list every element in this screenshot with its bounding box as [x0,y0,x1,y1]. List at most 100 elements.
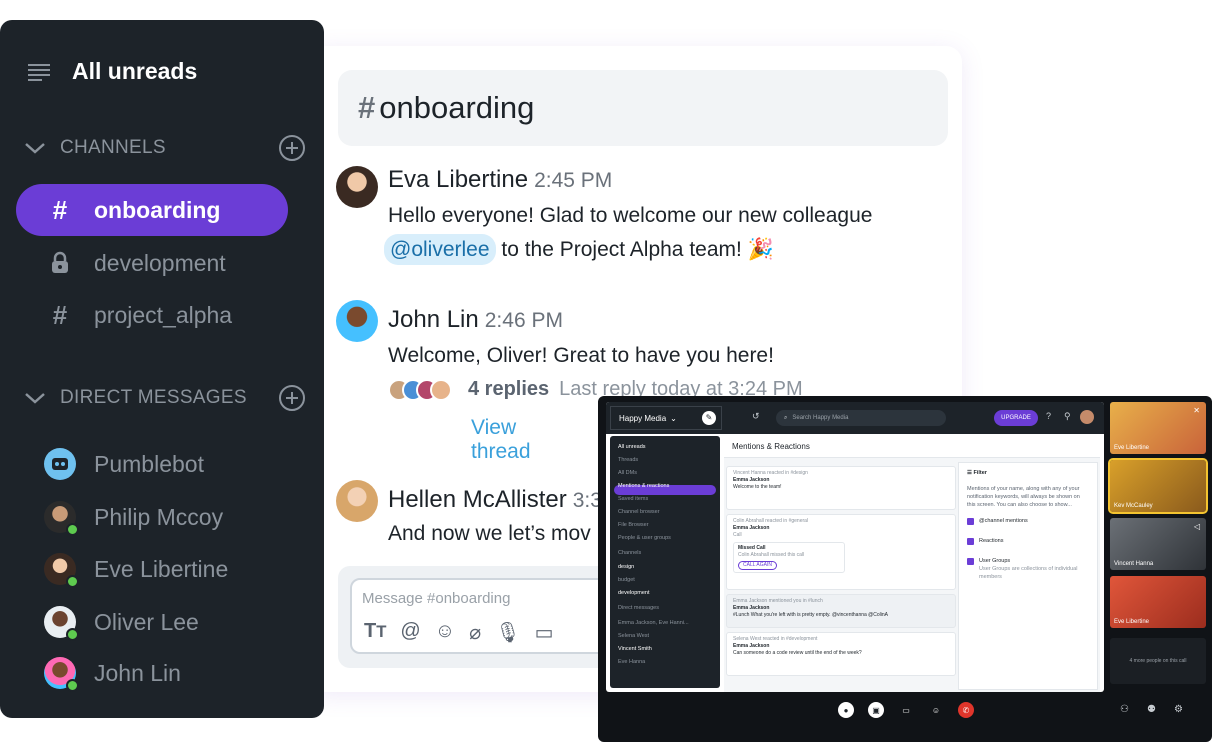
mention-tag[interactable]: @oliverlee [384,234,496,265]
mention-text: Call [733,532,742,538]
participant-name: Vincent Hanna [1114,561,1154,567]
sidebar-item-development[interactable]: development [16,237,288,289]
all-unreads-item[interactable]: All unreads [28,58,197,85]
search-input[interactable]: ⌕ Search Happy Media [776,410,946,426]
mini-sidebar-item[interactable]: All unreads [618,444,646,450]
notifications-icon[interactable]: ⚲ [1064,411,1071,422]
mini-sidebar-item[interactable]: design [618,564,634,570]
chevron-down-icon[interactable] [24,141,46,155]
mini-sidebar-item[interactable]: development [618,590,650,596]
view-thread-link[interactable]: View thread [471,416,531,464]
message-author-line: Hellen McAllister 3:37 [388,486,614,514]
mini-sidebar-item[interactable]: People & user groups [618,535,671,541]
sidebar-item-oliver-lee[interactable]: Oliver Lee [44,606,199,641]
mention-header: Selena West reacted in #development [733,636,818,642]
dm-section-header[interactable]: DIRECT MESSAGES [24,384,306,412]
participant-tile[interactable]: Vincent Hanna ◁ [1110,518,1206,570]
marketing-screenshot: # onboarding Eva Libertine 2:45 PM Hello … [0,0,1212,742]
filter-option[interactable]: @channel mentions [959,511,1097,531]
checkbox-checked-icon[interactable] [967,517,974,525]
compose-icon[interactable]: ✎ [702,411,716,425]
emoji-icon[interactable]: ☺ [928,702,944,718]
mini-section-label[interactable]: Direct messages [618,605,659,611]
mention-card[interactable]: Emma Jackson mentioned you in #lunch Emm… [726,594,956,628]
mention-card[interactable]: Vincent Hanna reacted in #design Emma Ja… [726,466,956,510]
mini-sidebar-item[interactable]: Saved items [618,496,648,502]
participants-icon[interactable]: ⚉ [1147,704,1156,715]
dm-label: Oliver Lee [94,608,199,635]
mention-text: #Lunch What you're left with is pretty e… [733,612,888,618]
mini-sidebar-item[interactable]: Channel browser [618,509,660,515]
channels-section-header[interactable]: CHANNELS [24,134,306,162]
message-author[interactable]: John Lin [388,306,479,333]
add-dm-icon[interactable] [278,384,306,412]
mention-card[interactable]: Selena West reacted in #development Emma… [726,632,956,676]
checkbox-checked-icon[interactable] [967,557,974,565]
chevron-down-icon: ⌄ [670,413,677,423]
help-icon[interactable]: ? [1046,411,1051,421]
participant-tile[interactable]: Kev McCauley [1108,458,1208,514]
settings-icon[interactable]: ⚙ [1174,704,1183,715]
checkbox-checked-icon[interactable] [967,537,974,545]
hash-icon: # [52,299,68,330]
filter-option[interactable]: User Groups [959,551,1097,565]
mention-icon[interactable]: @ [400,620,420,645]
sidebar-item-john-lin[interactable]: John Lin [44,657,181,692]
message-author[interactable]: Eva Libertine [388,166,528,193]
all-unreads-label: All unreads [72,58,198,84]
panel-title: Mentions & Reactions [724,436,1100,458]
sidebar-item-eve-libertine[interactable]: Eve Libertine [44,553,229,588]
mini-sidebar-item[interactable]: Threads [618,457,638,463]
mention-header: Emma Jackson mentioned you in #lunch [733,598,823,604]
sidebar-item-pumblebot[interactable]: Pumblebot [44,448,204,480]
video-icon[interactable]: ▭ [535,620,554,645]
message-text: And now we let’s mov [388,522,591,545]
reply-count[interactable]: 4 replies [468,378,549,401]
dm-label: Philip Mccoy [94,503,224,530]
mini-sidebar-item[interactable]: Mentions & reactions [618,483,669,489]
avatar[interactable] [336,300,378,342]
message-author[interactable]: Hellen McAllister [388,486,567,513]
text-format-icon[interactable]: TT [364,620,386,645]
call-again-button[interactable]: CALL AGAIN [738,561,777,570]
participant-name: Eve Libertine [1114,619,1150,625]
chevron-down-icon[interactable] [24,391,46,405]
hang-up-icon[interactable]: ✆ [958,702,974,718]
mini-sidebar-item[interactable]: Vincent Smith [618,646,652,652]
avatar[interactable] [1080,410,1094,424]
participant-tile[interactable]: Eve Libertine [1110,576,1206,628]
dm-label: Eve Libertine [94,555,229,582]
avatar[interactable] [336,480,378,522]
mini-sidebar-item[interactable]: Eve Hanna [618,659,645,665]
workspace-switcher[interactable]: Happy Media ⌄ ✎ [610,406,722,430]
online-status-icon [66,575,79,588]
sidebar-item-onboarding[interactable]: # onboarding [16,184,288,236]
sidebar-item-philip-mccoy[interactable]: Philip Mccoy [44,501,224,536]
add-channel-icon[interactable] [278,134,306,162]
mini-sidebar-item[interactable]: File Browser [618,522,649,528]
camera-icon[interactable]: ▣ [868,702,884,718]
avatar[interactable] [336,166,378,208]
sidebar: All unreads CHANNELS # onboarding develo… [0,20,324,718]
add-person-icon[interactable]: ⚇ [1120,704,1129,715]
attachment-icon[interactable]: ⌀ [469,620,481,645]
more-participants[interactable]: 4 more people on this call [1110,638,1206,684]
emoji-icon[interactable]: ☺ [435,620,455,645]
history-icon[interactable]: ↺ [752,411,760,422]
message-author-line: John Lin 2:46 PM [388,306,563,334]
direct-messages-label: DIRECT MESSAGES [60,387,247,408]
mini-sidebar-item[interactable]: Emma Jackson, Eve Hanni... [618,620,689,626]
mini-section-label[interactable]: Channels [618,550,641,556]
mini-sidebar-item[interactable]: All DMs [618,470,637,476]
sidebar-item-project-alpha[interactable]: # project_alpha [16,289,288,341]
mention-header: Colin Abrahall reacted in #general [733,518,809,524]
mention-card[interactable]: Colin Abrahall reacted in #general Emma … [726,514,956,590]
upgrade-button[interactable]: UPGRADE [994,410,1038,426]
microphone-icon[interactable]: ● [838,702,854,718]
mini-sidebar-item[interactable]: Selena West [618,633,649,639]
participant-tile[interactable]: Eve Libertine ✕ [1110,402,1206,454]
filter-option[interactable]: Reactions [959,531,1097,551]
microphone-icon[interactable]: 🎙 [495,620,520,645]
mini-sidebar-item[interactable]: budget [618,577,635,583]
screen-share-icon[interactable]: ▭ [898,702,914,718]
